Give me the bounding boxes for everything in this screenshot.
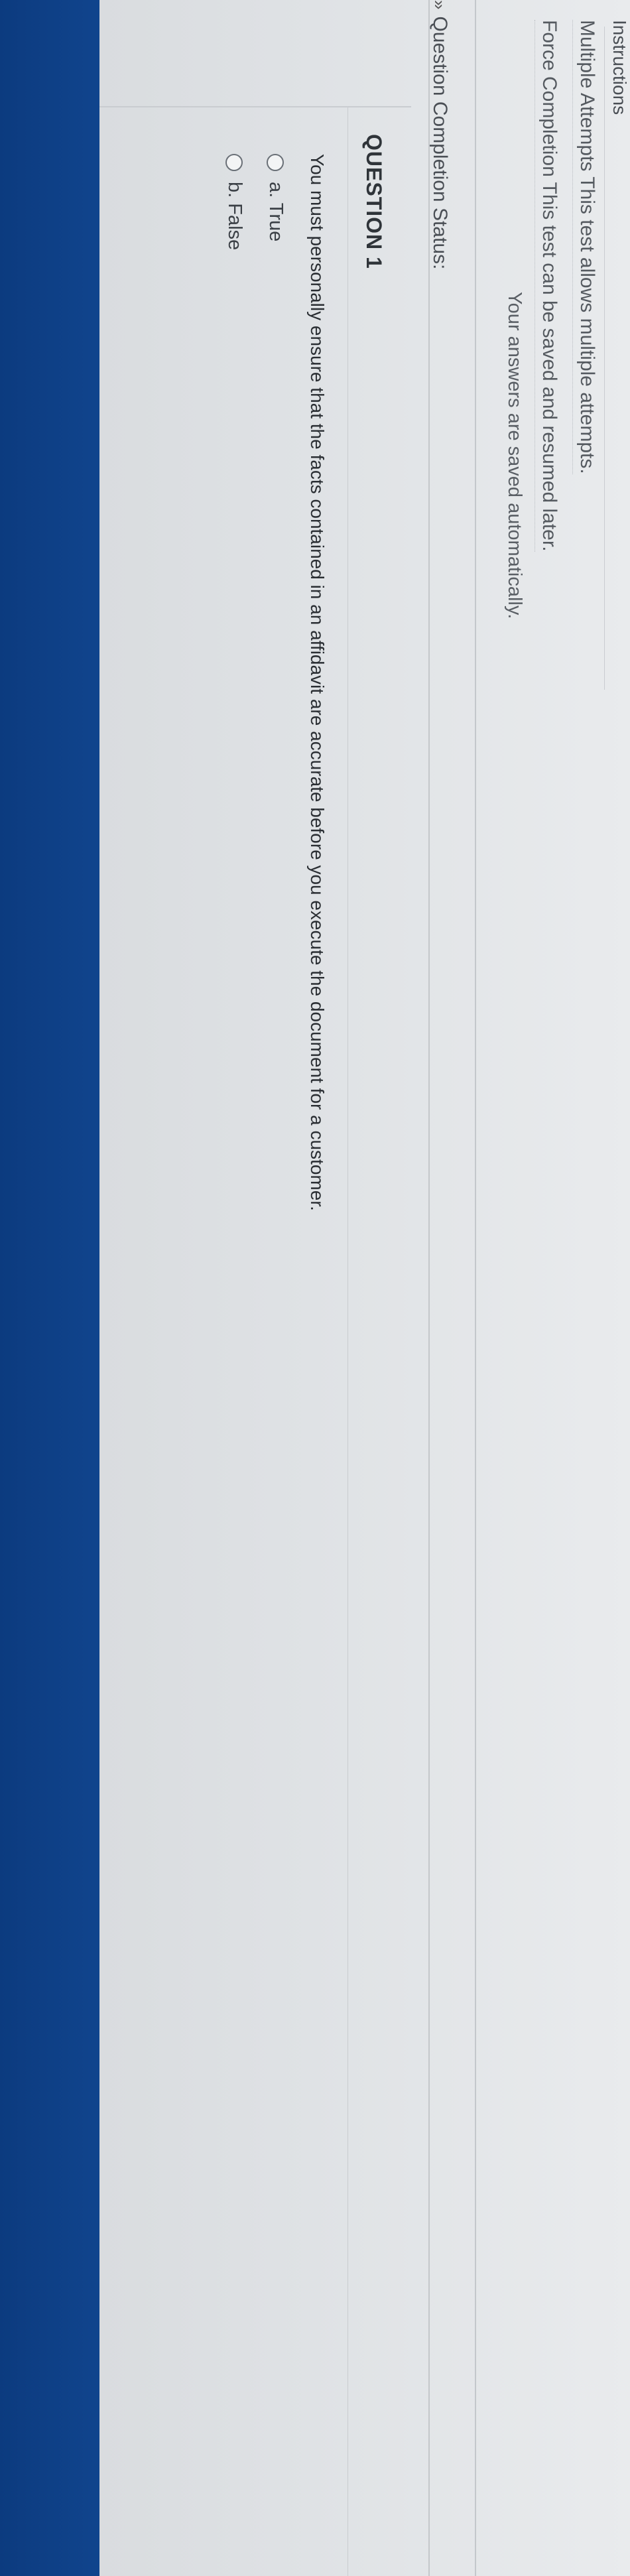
instructions-title: Instructions [609,20,630,115]
question-completion-status-bar: » Question Completion Status: [428,0,476,2576]
test-page: Instructions Multiple Attempts This test… [99,0,630,2576]
radio-true[interactable] [267,154,284,171]
photo-stage: Instructions Multiple Attempts This test… [0,0,630,2576]
question-card: QUESTION 1 You must personally ensure th… [99,106,411,2576]
option-false-label: b. False [224,182,245,251]
multiple-attempts-text: Multiple Attempts This test allows multi… [572,20,598,474]
question-title: QUESTION 1 [362,134,386,269]
question-title-divider [347,107,348,2576]
chevron-double-right-icon: » [430,0,450,10]
question-completion-status-toggle[interactable]: » Question Completion Status: [428,0,451,269]
force-completion-text: Force Completion This test can be saved … [535,20,560,552]
option-true-label: a. True [265,182,286,242]
autosave-note: Your answers are saved automatically. [504,292,525,619]
radio-false[interactable] [225,154,243,171]
question-completion-status-label: Question Completion Status: [429,16,451,270]
option-false[interactable]: b. False [223,154,245,250]
option-true[interactable]: a. True [265,154,286,241]
question-text: You must personally ensure that the fact… [307,154,328,1211]
instructions-divider [604,27,605,690]
